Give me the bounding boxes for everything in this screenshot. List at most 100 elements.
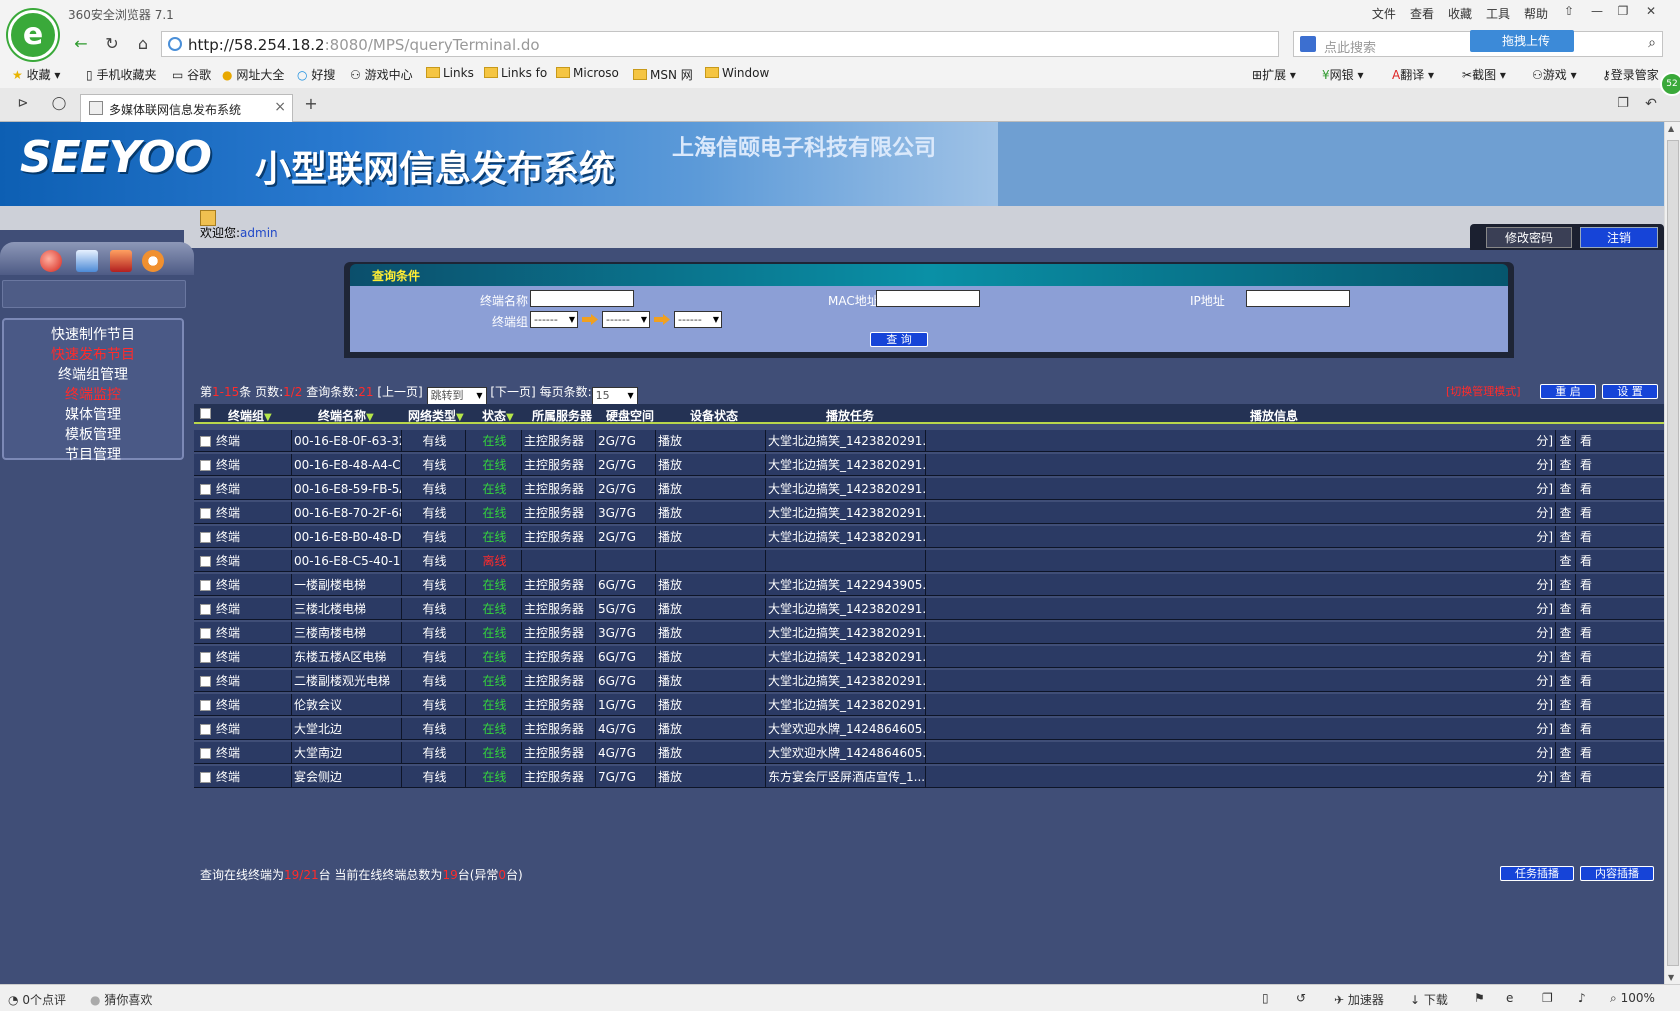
col-status[interactable]: 状态▼ [482, 407, 514, 424]
row-detail-button[interactable]: 看 [1576, 502, 1596, 524]
row-view-button[interactable]: 查 [1556, 454, 1576, 476]
per-page-select[interactable]: 15 ▼ [591, 387, 638, 405]
restore-tab-icon[interactable]: ◯ [48, 94, 70, 114]
toolbar-bank[interactable]: ¥网银 ▾ [1322, 66, 1364, 83]
mac-input[interactable] [876, 290, 980, 307]
toolbar-games[interactable]: ⚇游戏 ▾ [1532, 66, 1577, 83]
scroll-down-icon[interactable]: ▼ [1668, 973, 1674, 982]
change-password-button[interactable]: 修改密码 [1486, 227, 1572, 248]
query-button[interactable]: 查 询 [870, 332, 928, 347]
menu-favorites[interactable]: 收藏 [1448, 5, 1472, 22]
row-view-button[interactable]: 查 [1556, 646, 1576, 668]
row-view-button[interactable]: 查 [1556, 526, 1576, 548]
row-checkbox[interactable] [200, 676, 211, 687]
menu-tools[interactable]: 工具 [1486, 5, 1510, 22]
content-insert-button[interactable]: 内容插播 [1580, 866, 1654, 881]
nav-item-group-manage[interactable]: 终端组管理 [4, 364, 182, 384]
phone-icon[interactable]: ▯ [1262, 991, 1269, 1005]
row-checkbox[interactable] [200, 460, 211, 471]
zoom-status[interactable]: ⌕ 100% [1610, 991, 1655, 1006]
back-icon[interactable]: ← [70, 34, 92, 54]
row-detail-button[interactable]: 看 [1576, 622, 1596, 644]
row-detail-button[interactable]: 看 [1576, 694, 1596, 716]
box-icon[interactable] [110, 250, 132, 272]
row-checkbox[interactable] [200, 724, 211, 735]
menu-file[interactable]: 文件 [1372, 5, 1396, 22]
close-icon[interactable]: × [274, 99, 286, 115]
row-detail-button[interactable]: 看 [1576, 478, 1596, 500]
row-checkbox[interactable] [200, 748, 211, 759]
row-view-button[interactable]: 查 [1556, 670, 1576, 692]
scroll-up-icon[interactable]: ▲ [1668, 124, 1674, 133]
row-view-button[interactable]: 查 [1556, 430, 1576, 452]
page-scrollbar[interactable]: ▲ ▼ [1664, 122, 1680, 984]
row-detail-button[interactable]: 看 [1576, 718, 1596, 740]
row-view-button[interactable]: 查 [1556, 742, 1576, 764]
url-text[interactable]: http://58.254.18.2:8080/MPS/queryTermina… [188, 36, 540, 54]
next-page-link[interactable]: [下一页] [487, 385, 540, 399]
terminal-name-input[interactable] [530, 290, 634, 307]
fav-windows[interactable]: Window [705, 66, 769, 80]
nav-item-quick-make[interactable]: 快速制作节目 [4, 324, 182, 344]
row-detail-button[interactable]: 看 [1576, 670, 1596, 692]
row-detail-button[interactable]: 看 [1576, 598, 1596, 620]
row-view-button[interactable]: 查 [1556, 502, 1576, 524]
row-view-button[interactable]: 查 [1556, 598, 1576, 620]
fav-links[interactable]: Links [426, 66, 474, 80]
accelerator-status[interactable]: ✈ 加速器 [1334, 991, 1384, 1008]
float-badge-icon[interactable]: 52 [1660, 72, 1680, 96]
fav-hao[interactable]: ● 网址大全 [222, 66, 284, 83]
col-group[interactable]: 终端组▼ [228, 407, 272, 424]
col-net[interactable]: 网络类型▼ [408, 407, 464, 424]
toolbar-screenshot[interactable]: ✂截图 ▾ [1462, 66, 1506, 83]
fav-msn[interactable]: MSN 网 [633, 66, 693, 83]
flag-icon[interactable]: ⚑ [1474, 991, 1485, 1005]
speaker-icon[interactable]: ♪ [1578, 991, 1586, 1005]
row-checkbox[interactable] [200, 700, 211, 711]
row-checkbox[interactable] [200, 652, 211, 663]
row-checkbox[interactable] [200, 628, 211, 639]
menu-view[interactable]: 查看 [1410, 5, 1434, 22]
ball-icon[interactable] [40, 250, 62, 272]
fav-haosou[interactable]: ○ 好搜 [297, 66, 335, 83]
nav-item-program[interactable]: 节目管理 [4, 444, 182, 464]
row-detail-button[interactable]: 看 [1576, 766, 1596, 788]
row-checkbox[interactable] [200, 508, 211, 519]
row-checkbox[interactable] [200, 436, 211, 447]
sidebar-toggle-icon[interactable]: ⊳ [12, 94, 34, 114]
select-all-checkbox[interactable] [200, 408, 211, 419]
fav-links-fo[interactable]: Links fo [484, 66, 547, 80]
row-detail-button[interactable]: 看 [1576, 574, 1596, 596]
row-detail-button[interactable]: 看 [1576, 646, 1596, 668]
row-checkbox[interactable] [200, 604, 211, 615]
home-icon[interactable]: ⌂ [132, 34, 154, 54]
row-detail-button[interactable]: 看 [1576, 526, 1596, 548]
prev-page-link[interactable]: [上一页] [374, 385, 427, 399]
row-detail-button[interactable]: 看 [1576, 742, 1596, 764]
menu-help[interactable]: 帮助 [1524, 5, 1548, 22]
row-view-button[interactable]: 查 [1556, 574, 1576, 596]
undo-icon[interactable]: ↶ [1640, 94, 1662, 114]
row-detail-button[interactable]: 看 [1576, 430, 1596, 452]
fav-microsoft[interactable]: Microso [556, 66, 619, 80]
tab-list-icon[interactable]: ❐ [1612, 94, 1634, 114]
group-select-1[interactable]: ------ [530, 311, 578, 328]
skin-icon[interactable]: ⇧ [1556, 2, 1582, 20]
fav-google[interactable]: ▭ 谷歌 [172, 66, 211, 83]
upload-button[interactable]: 拖拽上传 [1470, 30, 1574, 52]
search-engine-icon[interactable] [1300, 36, 1316, 52]
row-view-button[interactable]: 查 [1556, 718, 1576, 740]
nav-search-field[interactable] [2, 280, 186, 308]
favorites-star-item[interactable]: ★ 收藏 ▾ [12, 66, 60, 83]
jump-select[interactable]: 跳转到 ▼ [426, 387, 487, 405]
nav-item-media[interactable]: 媒体管理 [4, 404, 182, 424]
ie-icon[interactable]: e [1506, 991, 1513, 1005]
row-checkbox[interactable] [200, 484, 211, 495]
monitor-icon[interactable] [76, 250, 98, 272]
fav-mobile[interactable]: ▯ 手机收藏夹 [86, 66, 156, 83]
switch-mode-link[interactable]: [切换管理模式] [1446, 383, 1521, 399]
tab-active[interactable]: 多媒体联网信息发布系统 × [80, 94, 293, 122]
row-detail-button[interactable]: 看 [1576, 454, 1596, 476]
download-status[interactable]: ↓ 下载 [1410, 991, 1448, 1008]
close-window-button[interactable]: ✕ [1638, 2, 1664, 20]
